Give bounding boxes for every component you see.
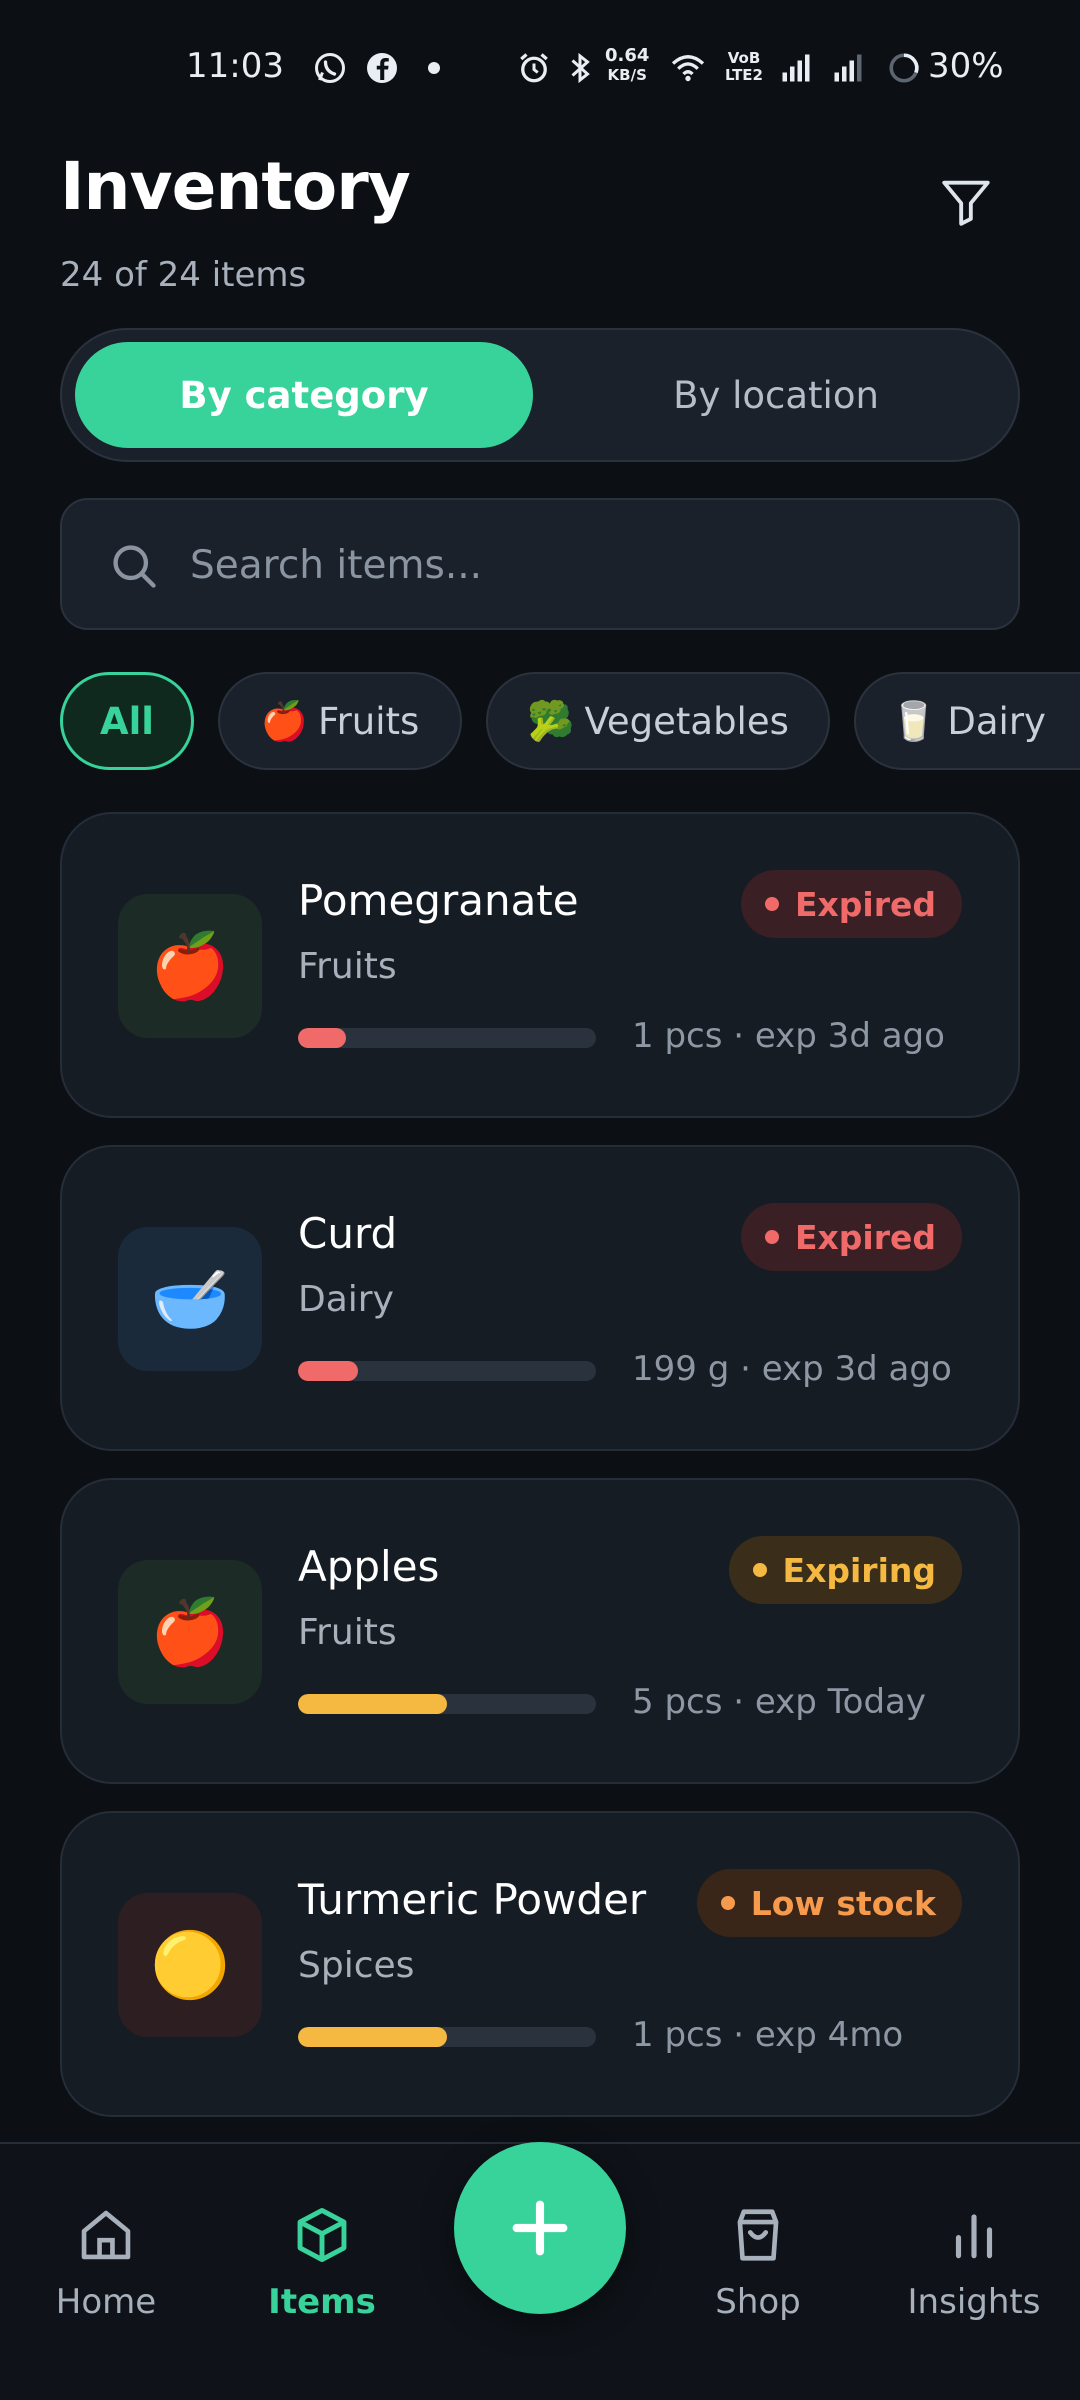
apple-icon: 🍎: [150, 1595, 230, 1670]
apple-icon: 🍎: [150, 929, 230, 1004]
nav-shop[interactable]: Shop: [678, 2204, 838, 2324]
item-category: Fruits: [298, 946, 397, 987]
whatsapp-icon: [312, 50, 348, 86]
dot-icon: [416, 50, 452, 86]
bluetooth-icon: [562, 50, 598, 86]
status-badge: Low stock: [696, 1869, 962, 1937]
item-category: Fruits: [298, 1612, 397, 1653]
signal-icon: [778, 50, 814, 86]
item-quantity-expiry: 1 pcs · exp 3d ago: [632, 1016, 945, 1056]
status-bar: 11:03 0.64 KB/S VoB LTE2 30%: [0, 0, 1080, 140]
chip-dairy[interactable]: 🥛 Dairy: [854, 672, 1080, 770]
cube-icon: [297, 2208, 347, 2262]
item-card[interactable]: 🍎 Apples Fruits 5 pcs · exp Today Expiri…: [60, 1478, 1020, 1784]
item-card[interactable]: 🥣 Curd Dairy 199 g · exp 3d ago Expired: [60, 1145, 1020, 1451]
nav-items[interactable]: Items: [242, 2204, 402, 2324]
item-name: Curd: [298, 1209, 398, 1258]
bar-chart-icon: [955, 2214, 993, 2259]
status-dot: [764, 1230, 779, 1244]
status-dot: [720, 1896, 735, 1910]
stock-level-bar: [298, 1694, 596, 1714]
status-badge: Expiring: [728, 1536, 962, 1604]
chip-fruits[interactable]: 🍎 Fruits: [218, 672, 462, 770]
by-location-tab[interactable]: By location: [547, 342, 1005, 448]
network-speed: 0.64 KB/S: [605, 45, 650, 84]
status-time: 11:03: [186, 46, 284, 86]
item-category: Spices: [298, 1945, 415, 1986]
item-count: 24 of 24 items: [60, 255, 307, 295]
stock-level-fill: [298, 1028, 346, 1048]
facebook-icon: [364, 50, 400, 86]
nav-insights[interactable]: Insights: [894, 2204, 1054, 2324]
filter-button[interactable]: [930, 166, 1002, 238]
stock-level-bar: [298, 2027, 596, 2047]
stock-level-bar: [298, 1028, 596, 1048]
wifi-icon: [670, 50, 706, 86]
item-quantity-expiry: 199 g · exp 3d ago: [632, 1349, 952, 1389]
item-card[interactable]: 🟡 Turmeric Powder Spices 1 pcs · exp 4mo…: [60, 1811, 1020, 2117]
inventory-screen: 11:03 0.64 KB/S VoB LTE2 30% Inventory 2…: [0, 0, 1080, 2400]
status-badge: Expired: [740, 870, 962, 938]
volte-indicator: VoB LTE2: [725, 49, 763, 84]
stock-level-bar: [298, 1361, 596, 1381]
home-icon: [81, 2210, 131, 2260]
item-thumbnail: 🍎: [118, 1560, 262, 1704]
stock-level-fill: [298, 1361, 358, 1381]
nav-label: Insights: [907, 2282, 1041, 2322]
stock-level-fill: [298, 1694, 447, 1714]
view-toggle: By category By location: [60, 328, 1020, 462]
filter-icon: [942, 180, 990, 226]
apple-icon: 🍎: [260, 698, 308, 743]
add-item-button[interactable]: [454, 2142, 626, 2314]
item-category: Dairy: [298, 1279, 394, 1320]
chip-label: Fruits: [318, 699, 420, 743]
by-category-tab[interactable]: By category: [75, 342, 533, 448]
item-name: Turmeric Powder: [298, 1875, 647, 1924]
status-badge: Expired: [740, 1203, 962, 1271]
status-dot: [752, 1563, 767, 1577]
nav-label: Home: [55, 2282, 157, 2322]
battery-percent: 30%: [928, 46, 1004, 86]
chip-label: All: [99, 699, 154, 743]
search-bar: [60, 498, 1020, 630]
stock-level-fill: [298, 2027, 447, 2047]
chip-vegetables[interactable]: 🥦 Vegetables: [486, 672, 830, 770]
nav-label: Items: [268, 2282, 376, 2322]
search-input[interactable]: [190, 530, 970, 600]
item-thumbnail: 🥣: [118, 1227, 262, 1371]
nav-home[interactable]: Home: [26, 2204, 186, 2324]
alarm-icon: [516, 50, 552, 86]
status-dot: [764, 897, 779, 911]
item-thumbnail: 🍎: [118, 894, 262, 1038]
nav-label: Shop: [715, 2282, 801, 2322]
item-thumbnail: 🟡: [118, 1893, 262, 2037]
turmeric-icon: 🟡: [150, 1928, 230, 2003]
plus-icon: [512, 2200, 568, 2256]
page-title: Inventory: [60, 148, 411, 225]
item-quantity-expiry: 1 pcs · exp 4mo: [632, 2015, 904, 2055]
milk-glass-icon: 🥛: [890, 698, 938, 743]
item-card[interactable]: 🍎 Pomegranate Fruits 1 pcs · exp 3d ago …: [60, 812, 1020, 1118]
item-name: Pomegranate: [298, 876, 579, 925]
broccoli-icon: 🥦: [527, 698, 575, 743]
chip-label: Dairy: [947, 699, 1046, 743]
shopping-bag-icon: [737, 2209, 779, 2261]
item-quantity-expiry: 5 pcs · exp Today: [632, 1682, 927, 1722]
search-icon: [113, 545, 156, 588]
item-name: Apples: [298, 1542, 440, 1591]
chip-label: Vegetables: [584, 699, 789, 743]
chip-all[interactable]: All: [60, 672, 194, 770]
signal-icon-2: [830, 50, 866, 86]
bowl-icon: 🥣: [150, 1262, 230, 1337]
battery-ring-icon: [886, 50, 922, 86]
